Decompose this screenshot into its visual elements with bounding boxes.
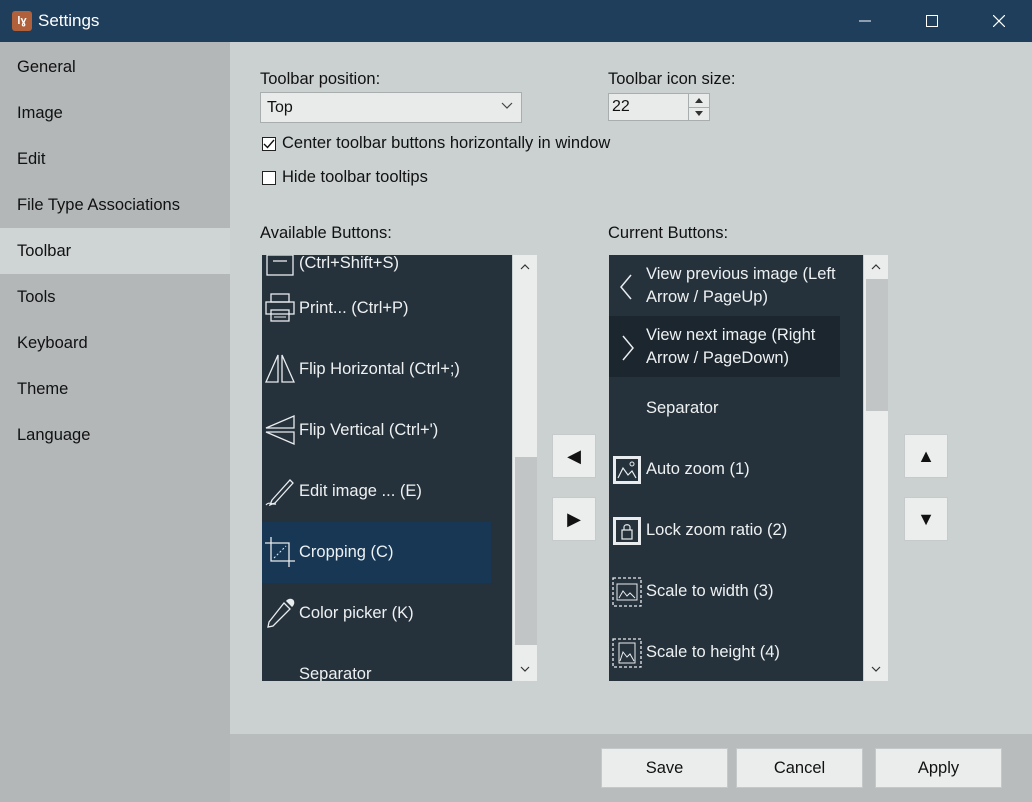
minimize-icon xyxy=(859,20,871,22)
settings-window: lɣ Settings General Image Edit File Type… xyxy=(0,0,1032,802)
flip-vertical-icon xyxy=(265,415,295,445)
list-item-selected[interactable]: Cropping (C) xyxy=(262,522,491,583)
title-bar[interactable]: lɣ Settings xyxy=(0,0,1032,42)
app-icon: lɣ xyxy=(12,11,32,31)
close-button[interactable] xyxy=(966,0,1032,42)
toolbar-icon-size-stepper[interactable]: 22 xyxy=(608,93,710,121)
flip-horizontal-icon xyxy=(264,354,296,383)
stepper-buttons xyxy=(688,94,709,120)
scroll-up-button[interactable] xyxy=(864,257,888,277)
sidebar-item-keyboard[interactable]: Keyboard xyxy=(0,320,230,366)
hide-tooltips-label[interactable]: Hide toolbar tooltips xyxy=(282,168,428,187)
sidebar-item-edit[interactable]: Edit xyxy=(0,136,230,182)
cancel-button[interactable]: Cancel xyxy=(736,748,863,788)
move-up-button[interactable]: ▲ xyxy=(904,434,948,478)
center-buttons-checkbox[interactable] xyxy=(262,137,276,151)
chevron-left-icon xyxy=(620,274,632,300)
current-buttons-label: Current Buttons: xyxy=(608,224,729,242)
chevron-down-icon xyxy=(520,666,530,672)
current-buttons-list[interactable]: View previous image (Left Arrow / PageUp… xyxy=(609,255,863,681)
lock-zoom-icon xyxy=(613,517,641,545)
crop-icon xyxy=(265,537,295,567)
printer-icon xyxy=(265,293,295,322)
maximize-button[interactable] xyxy=(899,0,965,42)
list-item[interactable]: Scale to height (4) xyxy=(609,621,863,681)
scroll-down-button[interactable] xyxy=(513,659,537,679)
scroll-down-button[interactable] xyxy=(864,659,888,679)
list-item[interactable]: Flip Vertical (Ctrl+') xyxy=(262,400,512,461)
available-list-scrollbar[interactable] xyxy=(513,255,537,681)
sidebar-item-toolbar[interactable]: Toolbar xyxy=(0,228,230,274)
list-item[interactable]: View previous image (Left Arrow / PageUp… xyxy=(609,255,863,316)
chevron-down-icon xyxy=(501,102,513,109)
hide-tooltips-checkbox[interactable] xyxy=(262,171,276,185)
auto-zoom-icon xyxy=(613,456,641,484)
sidebar-item-image[interactable]: Image xyxy=(0,90,230,136)
move-down-button[interactable]: ▼ xyxy=(904,497,948,541)
list-item[interactable]: Flip Horizontal (Ctrl+;) xyxy=(262,339,512,400)
minimize-button[interactable] xyxy=(832,0,898,42)
sidebar-item-theme[interactable]: Theme xyxy=(0,366,230,412)
toolbar-icon-size-label: Toolbar icon size: xyxy=(608,70,736,88)
sidebar-item-file-type-associations[interactable]: File Type Associations xyxy=(0,182,230,228)
pen-icon xyxy=(265,479,294,507)
sidebar-item-general[interactable]: General xyxy=(0,44,230,90)
scroll-up-button[interactable] xyxy=(513,257,537,277)
chevron-up-icon xyxy=(871,264,881,270)
toolbar-position-label: Toolbar position: xyxy=(260,70,381,88)
eyedropper-icon xyxy=(267,598,295,628)
close-icon xyxy=(993,15,1005,27)
available-buttons-label: Available Buttons: xyxy=(260,224,392,242)
toolbar-position-value: Top xyxy=(267,99,293,116)
checkmark-icon xyxy=(263,139,275,149)
toolbar-position-select[interactable]: Top xyxy=(260,92,522,123)
list-item[interactable]: Color picker (K) xyxy=(262,583,512,644)
available-buttons-list[interactable]: (Ctrl+Shift+S) Print... (Ctrl+P) Flip Ho… xyxy=(262,255,512,681)
chevron-up-icon xyxy=(520,264,530,270)
add-to-current-button[interactable]: ◀ xyxy=(552,434,596,478)
list-item[interactable]: Scale to width (3) xyxy=(609,560,863,621)
sidebar-item-tools[interactable]: Tools xyxy=(0,274,230,320)
center-buttons-label[interactable]: Center toolbar buttons horizontally in w… xyxy=(282,134,610,153)
stepper-up-button[interactable] xyxy=(689,94,709,108)
list-item[interactable]: Auto zoom (1) xyxy=(609,438,863,499)
chevron-right-icon xyxy=(622,335,634,361)
toolbar-icon-size-value[interactable]: 22 xyxy=(612,98,630,116)
maximize-icon xyxy=(926,15,938,27)
save-button[interactable]: Save xyxy=(601,748,728,788)
chevron-down-icon xyxy=(871,666,881,672)
list-item[interactable]: Separator xyxy=(262,644,512,681)
list-item[interactable]: Separator xyxy=(609,377,863,438)
list-item-hover[interactable]: View next image (Right Arrow / PageDown) xyxy=(609,316,840,377)
list-item[interactable]: Print... (Ctrl+P) xyxy=(262,278,512,339)
list-item[interactable]: Lock zoom ratio (2) xyxy=(609,499,863,560)
list-item[interactable]: Edit image ... (E) xyxy=(262,461,512,522)
scale-height-icon xyxy=(612,638,642,668)
remove-from-current-button[interactable]: ▶ xyxy=(552,497,596,541)
scroll-thumb[interactable] xyxy=(515,457,537,645)
stepper-down-button[interactable] xyxy=(689,107,709,120)
settings-sidebar: General Image Edit File Type Association… xyxy=(0,42,230,802)
caret-down-icon xyxy=(695,111,703,116)
scroll-thumb[interactable] xyxy=(866,279,888,411)
caret-up-icon xyxy=(695,98,703,103)
apply-button[interactable]: Apply xyxy=(875,748,1002,788)
scale-width-icon xyxy=(612,577,642,607)
sidebar-item-language[interactable]: Language xyxy=(0,412,230,458)
window-title: Settings xyxy=(38,11,100,30)
current-list-scrollbar[interactable] xyxy=(864,255,888,681)
